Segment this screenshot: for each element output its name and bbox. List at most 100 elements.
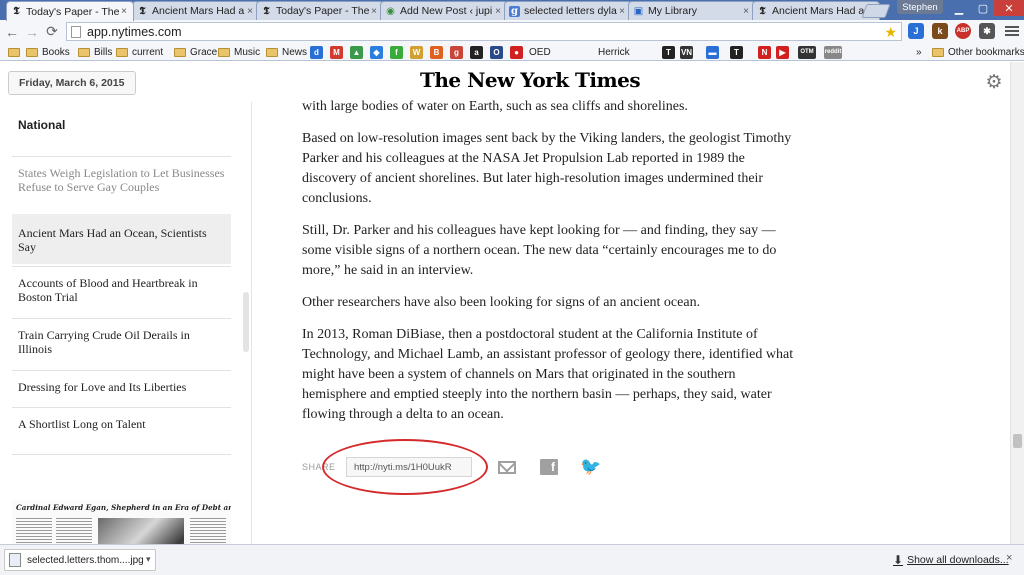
wiki-icon: W <box>410 45 423 59</box>
chevron-down-icon[interactable]: ▾ <box>146 554 151 565</box>
bookmark-dropbox-icon[interactable]: ◆ <box>370 45 383 59</box>
reload-button[interactable]: ⟳ <box>42 22 62 42</box>
article-paragraph: Still, Dr. Parker and his colleagues hav… <box>302 223 777 278</box>
extension-puzzle-icon[interactable]: ✱ <box>979 23 995 39</box>
bookmark-opera-icon[interactable]: ● <box>510 45 523 59</box>
bookmark-nyt-t-icon-2[interactable]: T <box>730 45 743 59</box>
short-link-text[interactable]: http://nyti.ms/1H0UukR <box>354 462 452 473</box>
nyt-logo[interactable]: The New York Times <box>420 68 641 92</box>
chrome-menu-icon[interactable] <box>1005 24 1019 38</box>
bookmark-feedly-icon[interactable]: f <box>390 45 403 59</box>
tab-close-icon[interactable]: × <box>369 6 379 17</box>
bookmark-link[interactable]: OED <box>529 45 551 59</box>
sidebar-article-item[interactable]: A Shortlist Long on Talent <box>12 413 231 443</box>
bookmark-otm-icon[interactable]: OTM <box>798 45 816 59</box>
bookmark-link[interactable]: Herrick <box>598 45 630 59</box>
bookmark-gmail-icon[interactable]: M <box>330 45 343 59</box>
bookmark-folder[interactable]: Books <box>26 45 70 59</box>
other-bookmarks-folder[interactable]: Other bookmarks <box>932 45 1024 59</box>
address-bar[interactable]: app.nytimes.com ★ <box>66 22 902 41</box>
drive-icon: ▲ <box>350 45 363 59</box>
url-text[interactable]: app.nytimes.com <box>87 25 181 39</box>
folder-icon <box>116 47 128 57</box>
bookmark-wiki-icon[interactable]: W <box>410 45 423 59</box>
browser-tab[interactable]: ▣ My Library × <box>628 1 756 20</box>
browser-tab[interactable]: 𝕿 Today's Paper - The × <box>6 1 134 21</box>
tab-close-icon[interactable]: × <box>741 6 751 17</box>
sidebar-article-item[interactable]: Accounts of Blood and Heartbreak in Bost… <box>12 272 231 320</box>
new-tab-button[interactable] <box>861 4 891 18</box>
twitter-share-icon[interactable]: 🐦 <box>580 458 601 475</box>
bookmark-tool-icon[interactable]: ▬ <box>706 45 719 59</box>
facebook-share-icon[interactable]: f <box>540 459 558 475</box>
tool-icon: ▬ <box>706 45 719 59</box>
profile-button[interactable]: Stephen <box>897 0 943 14</box>
browser-tab[interactable]: 𝕿 Today's Paper - The × <box>256 1 384 20</box>
overflow-glyph: » <box>916 46 922 58</box>
amazon-icon: a <box>470 45 483 59</box>
bookmark-folder[interactable]: Music <box>218 45 260 59</box>
bookmark-dict-icon[interactable]: d <box>310 45 323 59</box>
bookmark-youtube-icon[interactable]: ▶ <box>776 45 789 59</box>
thumbnail-column <box>56 516 92 544</box>
sidebar-scrollbar[interactable] <box>243 292 249 352</box>
folder-icon <box>8 47 20 57</box>
tab-close-icon[interactable]: × <box>493 6 503 17</box>
bookmark-oed-icon[interactable]: O <box>490 45 503 59</box>
tab-close-icon[interactable]: × <box>617 6 627 17</box>
bookmark-folder[interactable]: Grace <box>174 45 217 59</box>
short-link-field[interactable]: http://nyti.ms/1H0UukR <box>346 457 472 477</box>
gear-icon[interactable]: ⚙ <box>985 73 1003 92</box>
apps-icon[interactable] <box>8 45 24 59</box>
tab-title: Today's Paper - The <box>26 5 119 18</box>
extension-k-icon[interactable]: k <box>932 23 948 39</box>
folder-icon <box>932 47 944 57</box>
forward-button[interactable]: → <box>22 22 42 42</box>
bookmark-label: News <box>282 46 308 58</box>
bookmark-vn-icon[interactable]: VN <box>680 45 693 59</box>
feedly-icon: f <box>390 45 403 59</box>
nyt-t-icon: 𝕿 <box>263 5 270 17</box>
nyt-t-icon: T <box>662 45 675 59</box>
bookmark-google-plus-icon[interactable]: g <box>450 45 463 59</box>
nyt-t-icon: 𝕿 <box>139 5 146 17</box>
close-window-button[interactable]: ✕ <box>994 0 1024 16</box>
maximize-window-button[interactable]: ▢ <box>970 0 996 16</box>
folder-icon <box>218 47 230 57</box>
bookmark-netflix-icon[interactable]: N <box>758 45 771 59</box>
show-all-downloads-link[interactable]: ⬇ Show all downloads... <box>893 553 1009 567</box>
bookmark-folder[interactable]: current <box>116 45 163 59</box>
scrollbar-thumb[interactable] <box>1013 434 1022 448</box>
email-share-icon[interactable] <box>498 461 516 474</box>
browser-tab[interactable]: 𝕿 Ancient Mars Had a× <box>132 1 260 20</box>
extension-j-icon[interactable]: J <box>908 23 924 39</box>
browser-tab[interactable]: g selected letters dyla × <box>504 1 632 20</box>
front-page-thumbnail[interactable]: Cardinal Edward Egan, Shepherd in an Era… <box>12 500 231 544</box>
list-divider <box>12 318 231 319</box>
bookmarks-overflow-button[interactable]: » <box>916 45 922 59</box>
date-selector[interactable]: Friday, March 6, 2015 <box>8 71 136 95</box>
page-scrollbar[interactable] <box>1010 62 1024 544</box>
section-sidebar: National States Weigh Legislation to Let… <box>0 102 252 544</box>
bookmark-nyt-t-icon[interactable]: T <box>662 45 675 59</box>
download-item[interactable]: selected.letters.thom....jpg ▾ <box>4 549 156 571</box>
sidebar-article-item[interactable]: Train Carrying Crude Oil Derails in Illi… <box>12 324 231 372</box>
bookmark-reddit-icon[interactable]: reddit <box>824 45 842 59</box>
sidebar-article-item[interactable]: Ancient Mars Had an Ocean, Scientists Sa… <box>12 214 231 264</box>
bookmark-amazon-icon[interactable]: a <box>470 45 483 59</box>
tab-close-icon[interactable]: × <box>119 6 129 17</box>
sidebar-article-item[interactable]: Dressing for Love and Its Liberties <box>12 376 231 406</box>
bookmark-drive-icon[interactable]: ▲ <box>350 45 363 59</box>
bookmark-folder[interactable]: Bills <box>78 45 112 59</box>
bookmark-star-icon[interactable]: ★ <box>884 23 897 41</box>
minimize-window-button[interactable]: ▁ <box>946 0 972 16</box>
bookmark-folder[interactable]: News <box>266 45 307 59</box>
thumbnail-photo <box>98 518 184 544</box>
bookmark-blogger-icon[interactable]: B <box>430 45 443 59</box>
close-download-bar-icon[interactable]: × <box>1006 552 1012 564</box>
tab-close-icon[interactable]: × <box>245 6 255 17</box>
browser-tab[interactable]: ◉ Add New Post ‹ jupi × <box>380 1 508 20</box>
sidebar-article-item[interactable]: States Weigh Legislation to Let Business… <box>12 162 231 216</box>
adblock-icon[interactable]: ABP <box>955 23 971 39</box>
back-button[interactable]: ← <box>2 22 22 42</box>
